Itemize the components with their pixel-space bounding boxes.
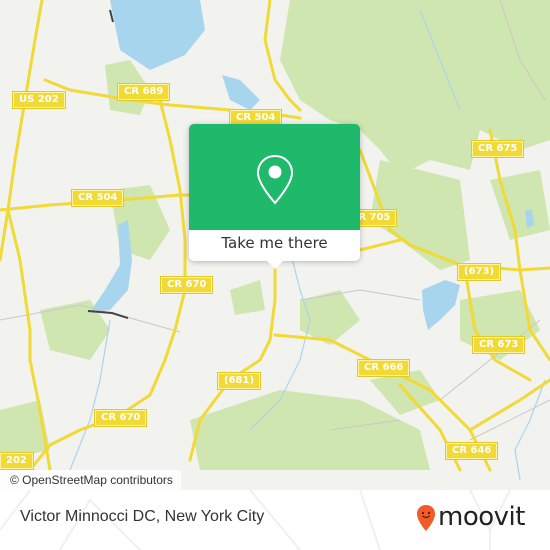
moovit-pin-icon (417, 505, 435, 531)
road-label-cr-504: CR 504 (72, 190, 124, 206)
footer-bar: Victor Minnocci DC, New York City moovit (0, 490, 550, 550)
road-label-cr-666: CR 666 (358, 360, 410, 376)
popup-pointer (267, 261, 283, 269)
road-label-673: (673) (458, 264, 501, 280)
place-name: Victor Minnocci DC, New York City (20, 508, 265, 525)
map-attribution[interactable]: © OpenStreetMap contributors (0, 470, 181, 490)
location-pin-icon (256, 154, 294, 205)
road-label-cr-670: CR 670 (161, 277, 213, 293)
road-label-cr-646: CR 646 (446, 443, 498, 459)
popup-header (189, 124, 360, 230)
moovit-wordmark: moovit (438, 502, 525, 532)
road-label-cr-670: CR 670 (95, 410, 147, 426)
take-me-there-button[interactable]: Take me there (189, 230, 360, 261)
map-view[interactable]: US 202 CR 689 CR 504 CR 504 CR 675 CR 70… (0, 0, 550, 490)
road-label-681: (681) (218, 373, 261, 389)
location-popup: Take me there (189, 124, 360, 269)
road-label-202: 202 (0, 453, 33, 469)
road-label-us-202: US 202 (13, 92, 65, 108)
road-label-cr-689: CR 689 (118, 84, 170, 100)
road-label-cr-675: CR 675 (472, 141, 524, 157)
road-label-cr-673: CR 673 (473, 337, 525, 353)
